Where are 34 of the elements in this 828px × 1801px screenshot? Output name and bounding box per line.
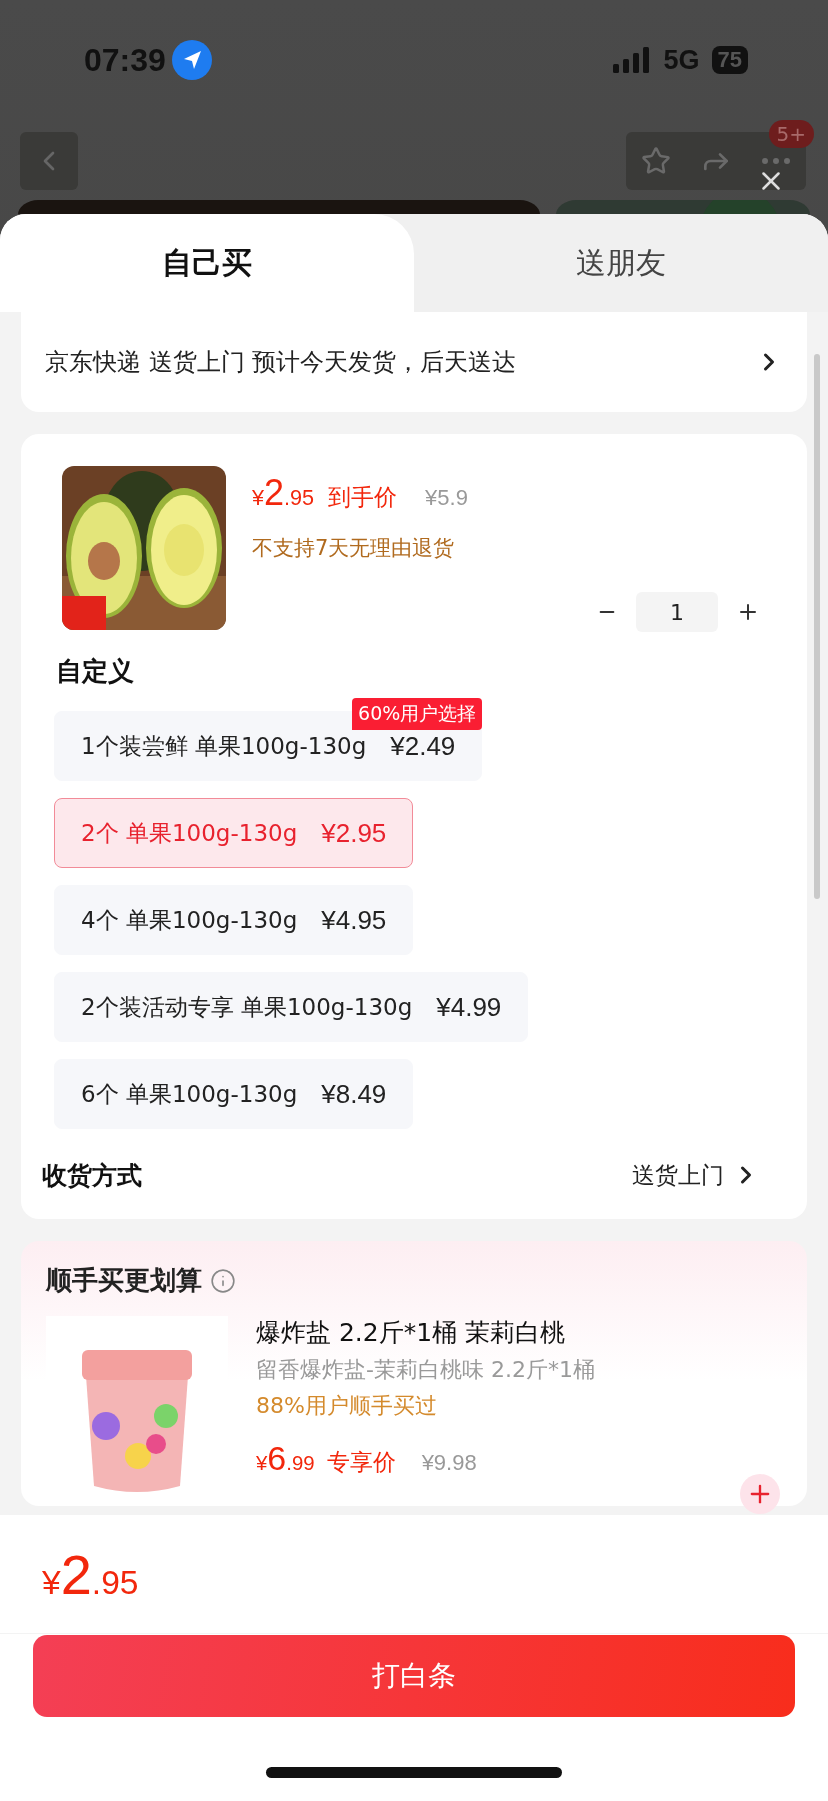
quantity-field[interactable]: 1 — [636, 592, 718, 632]
receive-label: 收货方式 — [42, 1159, 142, 1192]
spec-option[interactable]: 2个装活动专享 单果100g-130g ¥4.99 — [54, 972, 529, 1042]
signal-icon — [613, 47, 652, 73]
original-price: ¥9.98 — [421, 1450, 477, 1476]
popularity-badge: 60%用户选择 — [352, 698, 483, 730]
item-tag: 88%用户顺手买过 — [256, 1391, 780, 1421]
notification-badge: 5+ — [768, 120, 814, 148]
section-title: 顺手买更划算 — [46, 1264, 202, 1297]
spec-option[interactable]: 2个 单果100g-130g ¥2.95 — [54, 798, 414, 868]
status-time: 07:39 — [84, 41, 166, 79]
item-title: 爆炸盐 2.2斤*1桶 茉莉白桃 — [256, 1317, 567, 1349]
price-label: 专享价 — [326, 1448, 396, 1477]
tab[interactable]: 自己买 — [0, 214, 414, 312]
add-button[interactable] — [740, 1474, 780, 1514]
price: ¥6.99 — [256, 1439, 315, 1478]
delivery-info: 京东快递 送货上门 预计今天发货，后天送达 — [45, 347, 517, 378]
receive-method[interactable]: 送货上门 — [632, 1159, 760, 1191]
spec-option[interactable]: 6个 单果100g-130g ¥8.49 — [54, 1059, 414, 1129]
section-title: 自定义 — [56, 655, 135, 688]
item-subtitle: 留香爆炸盐-茉莉白桃味 2.2斤*1桶 — [256, 1356, 596, 1384]
network-label: 5G — [663, 44, 700, 76]
pay-button[interactable]: 打白条 — [33, 1635, 795, 1717]
star-icon[interactable] — [640, 146, 671, 176]
delivery-card[interactable]: 京东快递 送货上门 预计今天发货，后天送达 — [21, 312, 807, 412]
info-icon[interactable] — [210, 1267, 236, 1294]
location-icon — [171, 40, 212, 80]
original-price: ¥5.9 — [425, 485, 468, 511]
battery-level: 75 — [711, 46, 748, 74]
return-notice: 不支持7天无理由退货 — [252, 535, 456, 562]
price: ¥2.95 — [252, 472, 315, 514]
total-price: ¥2.95 — [42, 1541, 139, 1607]
spec-option[interactable]: 4个 单果100g-130g ¥4.95 — [54, 885, 414, 955]
price-label: 到手价 — [328, 483, 398, 512]
